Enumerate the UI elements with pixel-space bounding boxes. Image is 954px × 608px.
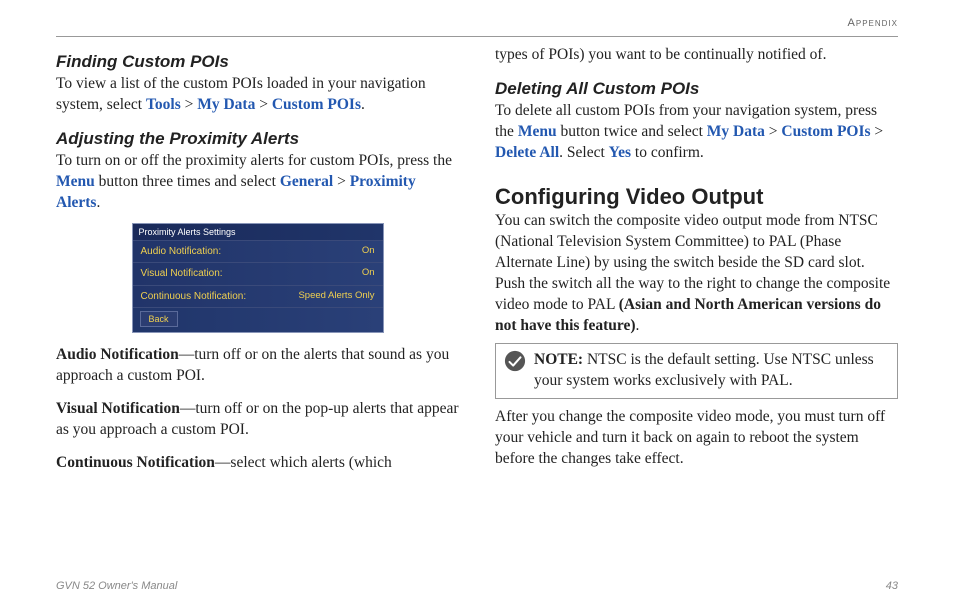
heading-video-output: Configuring Video Output xyxy=(495,182,898,212)
left-column: Finding Custom POIs To view a list of th… xyxy=(56,45,459,478)
para-continuous-notification: Continuous Notification—select which ale… xyxy=(56,453,459,474)
note-text: NOTE: NTSC is the default setting. Use N… xyxy=(534,350,889,392)
note-box: NOTE: NTSC is the default setting. Use N… xyxy=(495,343,898,399)
link-custom-pois: Custom POIs xyxy=(272,96,361,113)
link-custom-pois-r: Custom POIs xyxy=(781,123,870,140)
note-icon xyxy=(504,350,526,372)
link-mydata: My Data xyxy=(197,96,255,113)
heading-deleting: Deleting All Custom POIs xyxy=(495,78,898,101)
proximity-settings-panel: Proximity Alerts Settings Audio Notifica… xyxy=(132,223,384,333)
footer-manual-title: GVN 52 Owner's Manual xyxy=(56,579,177,594)
para-proximity: To turn on or off the proximity alerts f… xyxy=(56,151,459,214)
para-cont: types of POIs) you want to be continuall… xyxy=(495,45,898,66)
para-visual-notification: Visual Notification—turn off or on the p… xyxy=(56,399,459,441)
link-tools: Tools xyxy=(146,96,181,113)
page-footer: GVN 52 Owner's Manual 43 xyxy=(56,579,898,594)
header-section-label: Appendix xyxy=(848,16,898,31)
panel-row-visual: Visual Notification: On xyxy=(133,262,383,285)
heading-proximity: Adjusting the Proximity Alerts xyxy=(56,128,459,151)
footer-page-number: 43 xyxy=(886,579,898,594)
link-delete-all: Delete All xyxy=(495,144,559,161)
link-mydata-r: My Data xyxy=(707,123,765,140)
panel-footer: Back xyxy=(133,307,383,332)
para-after: After you change the composite video mod… xyxy=(495,407,898,470)
para-video: You can switch the composite video outpu… xyxy=(495,211,898,337)
panel-back-button: Back xyxy=(140,311,178,327)
header-divider xyxy=(56,36,898,37)
link-general: General xyxy=(280,173,333,190)
link-menu-r: Menu xyxy=(518,123,557,140)
panel-row-continuous: Continuous Notification: Speed Alerts On… xyxy=(133,285,383,308)
panel-row-audio: Audio Notification: On xyxy=(133,240,383,263)
heading-finding-pois: Finding Custom POIs xyxy=(56,51,459,74)
para-deleting: To delete all custom POIs from your navi… xyxy=(495,101,898,164)
para-audio-notification: Audio Notification—turn off or on the al… xyxy=(56,345,459,387)
panel-title: Proximity Alerts Settings xyxy=(133,224,383,239)
link-yes: Yes xyxy=(609,144,631,161)
para-finding-pois: To view a list of the custom POIs loaded… xyxy=(56,74,459,116)
content-columns: Finding Custom POIs To view a list of th… xyxy=(56,45,898,478)
right-column: types of POIs) you want to be continuall… xyxy=(495,45,898,478)
link-menu: Menu xyxy=(56,173,95,190)
